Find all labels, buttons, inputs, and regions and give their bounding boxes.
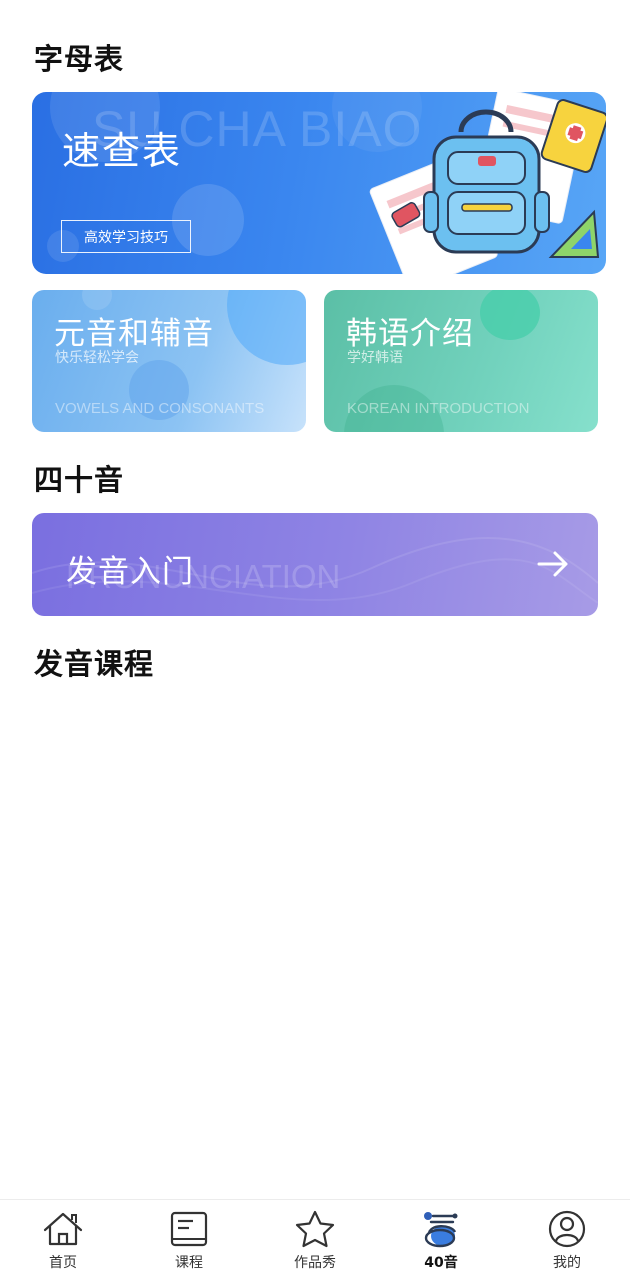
- vowels-card-english: VOWELS AND CONSONANTS: [55, 400, 265, 417]
- nav-profile[interactable]: 我的: [504, 1200, 630, 1280]
- nav-courses[interactable]: 课程: [126, 1200, 252, 1280]
- card-bubble: [227, 290, 306, 365]
- nav-forty-sounds[interactable]: 40音: [378, 1200, 504, 1280]
- nav-courses-label: 课程: [175, 1255, 203, 1271]
- nav-forty-sounds-label: 40音: [424, 1255, 458, 1271]
- star-icon: [293, 1209, 337, 1249]
- vowels-card-subtitle: 快乐轻松学会: [55, 350, 139, 366]
- nav-showcase[interactable]: 作品秀: [252, 1200, 378, 1280]
- korean-card-english: KOREAN INTRODUCTION: [347, 400, 530, 417]
- forty-sounds-icon: [419, 1209, 463, 1249]
- card-bubble: [480, 290, 540, 340]
- pronunciation-intro-card[interactable]: PRONUNCIATION 发音入门: [32, 513, 598, 616]
- user-icon: [545, 1209, 589, 1249]
- bottom-nav: 首页 课程 作品秀 40音 我的: [0, 1199, 630, 1280]
- nav-home-label: 首页: [49, 1255, 77, 1271]
- quick-reference-banner[interactable]: SU CHA BIAO 速查表 高效学习技巧: [32, 92, 606, 274]
- backpack-illustration: [369, 92, 606, 274]
- study-tips-button[interactable]: 高效学习技巧: [61, 220, 191, 253]
- pronunciation-title: 发音入门: [66, 554, 194, 590]
- korean-card-subtitle: 学好韩语: [347, 350, 403, 366]
- vowels-consonants-card[interactable]: 元音和辅音 快乐轻松学会 VOWELS AND CONSONANTS: [32, 290, 306, 432]
- section-title-alphabet: 字母表: [34, 42, 125, 76]
- arrow-right-icon: [537, 551, 568, 577]
- section-title-courses: 发音课程: [34, 647, 155, 681]
- nav-profile-label: 我的: [553, 1255, 581, 1271]
- nav-showcase-label: 作品秀: [294, 1255, 336, 1271]
- nav-home[interactable]: 首页: [0, 1200, 126, 1280]
- section-title-forty-sounds: 四十音: [34, 463, 125, 497]
- home-icon: [41, 1209, 85, 1249]
- korean-introduction-card[interactable]: 韩语介绍 学好韩语 KOREAN INTRODUCTION: [324, 290, 598, 432]
- card-bubble: [82, 290, 112, 310]
- book-icon: [167, 1209, 211, 1249]
- banner-title: 速查表: [62, 129, 183, 173]
